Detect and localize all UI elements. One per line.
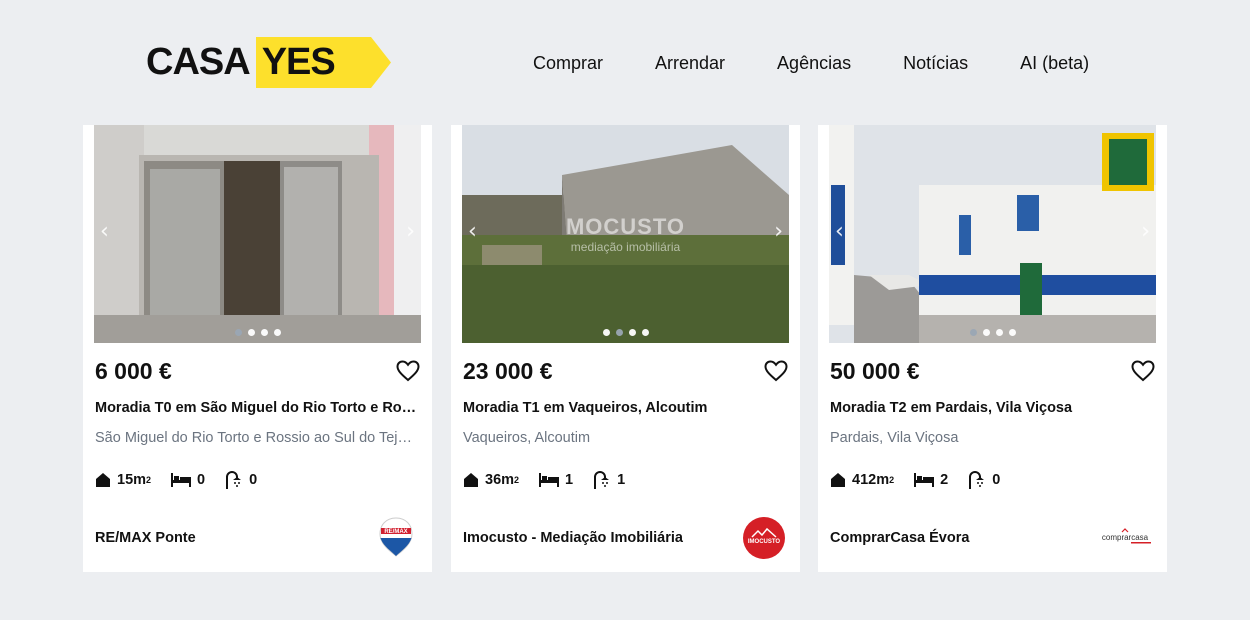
area-feature: 36m 2 — [463, 472, 519, 488]
photo-dot[interactable] — [615, 329, 623, 336]
area-unit-sup: 2 — [889, 475, 895, 485]
imocusto-logo-text: IMOCUSTO — [748, 539, 781, 545]
bathrooms-value: 0 — [249, 472, 258, 488]
imocusto-logo[interactable]: IMOCUSTO — [742, 516, 786, 560]
nav-noticias[interactable]: Notícias — [903, 50, 968, 76]
shower-icon — [594, 471, 610, 489]
listing-location: Vaqueiros, Alcoutim — [463, 430, 591, 446]
watermark-text: MOCUSTO — [565, 214, 686, 239]
comprarcasa-logo-text: comprarcasa — [1102, 533, 1149, 542]
photo-dot[interactable] — [628, 329, 636, 336]
favorite-heart-icon[interactable] — [1131, 360, 1155, 387]
photo-dot[interactable] — [995, 329, 1003, 336]
house-icon — [464, 473, 478, 487]
agency-name[interactable]: ComprarCasa Évora — [830, 530, 969, 546]
prev-photo-arrow[interactable]: ‹ — [468, 221, 477, 243]
photo-dot[interactable] — [641, 329, 649, 336]
area-value: 412m — [852, 472, 890, 488]
photo-dot[interactable] — [1008, 329, 1016, 336]
remax-logo-text: RE/MAX — [384, 529, 407, 535]
bedrooms-feature: 2 — [914, 472, 948, 488]
bed-icon — [539, 473, 560, 487]
next-photo-arrow[interactable]: › — [406, 221, 415, 243]
listing-photo[interactable]: MOCUSTO mediação imobiliária ‹ › — [462, 125, 789, 343]
bathrooms-feature: 1 — [593, 471, 625, 489]
favorite-heart-icon[interactable] — [396, 360, 420, 387]
listing-card[interactable]: MOCUSTO mediação imobiliária ‹ › 23 000 … — [451, 125, 800, 572]
next-photo-arrow[interactable]: › — [774, 221, 783, 243]
bathrooms-value: 0 — [992, 472, 1001, 488]
prev-photo-arrow[interactable]: ‹ — [100, 221, 109, 243]
main-nav: Comprar Arrendar Agências Notícias AI (b… — [533, 50, 1089, 76]
area-value: 36m — [485, 472, 515, 488]
nav-agencias[interactable]: Agências — [777, 50, 851, 76]
listing-features: 15m 2 0 0 — [95, 471, 277, 489]
listing-price: 6 000 € — [95, 358, 172, 384]
logo-yes-badge: YES — [255, 37, 391, 88]
photo-dot[interactable] — [234, 329, 242, 336]
casayes-logo[interactable]: CASA YES — [146, 37, 391, 88]
area-feature: 412m 2 — [830, 472, 894, 488]
house-icon — [96, 473, 110, 487]
listing-title[interactable]: Moradia T1 em Vaqueiros, Alcoutim — [463, 400, 788, 416]
listing-location: São Miguel do Rio Torto e Rossio ao Sul … — [95, 430, 420, 446]
house-icon — [831, 473, 845, 487]
bedrooms-value: 2 — [940, 472, 949, 488]
listing-location: Pardais, Vila Viçosa — [830, 430, 959, 446]
photo-dots — [94, 329, 421, 336]
bedrooms-value: 1 — [565, 472, 574, 488]
logo-yes-text: YES — [261, 41, 336, 83]
logo-casa-text: CASA — [146, 41, 251, 83]
bed-icon — [171, 473, 192, 487]
agency-name[interactable]: Imocusto - Mediação Imobiliária — [463, 530, 683, 546]
bedrooms-feature: 0 — [171, 472, 205, 488]
site-header: CASA YES Comprar Arrendar Agências Notíc… — [0, 0, 1250, 125]
agency-name[interactable]: RE/MAX Ponte — [95, 530, 196, 546]
prev-photo-arrow[interactable]: ‹ — [835, 221, 844, 243]
photo-dot[interactable] — [982, 329, 990, 336]
photo-watermark: MOCUSTO mediação imobiliária — [462, 125, 789, 343]
bedrooms-value: 0 — [197, 472, 206, 488]
bed-icon — [914, 473, 935, 487]
listing-card[interactable]: ‹ › 6 000 € Moradia T0 em São Miguel do … — [83, 125, 432, 572]
area-feature: 15m 2 — [95, 472, 151, 488]
nav-ai-beta[interactable]: AI (beta) — [1020, 50, 1089, 76]
favorite-heart-icon[interactable] — [764, 360, 788, 387]
listing-title[interactable]: Moradia T2 em Pardais, Vila Viçosa — [830, 400, 1155, 416]
watermark-subtext: mediação imobiliária — [570, 240, 681, 254]
area-unit-sup: 2 — [514, 475, 520, 485]
photo-dot[interactable] — [602, 329, 610, 336]
next-photo-arrow[interactable]: › — [1141, 221, 1150, 243]
listing-title[interactable]: Moradia T0 em São Miguel do Rio Torto e … — [95, 400, 420, 416]
listing-photo[interactable]: ‹ › — [829, 125, 1156, 343]
bedrooms-feature: 1 — [539, 472, 573, 488]
photo-dot[interactable] — [273, 329, 281, 336]
photo-dots — [829, 329, 1156, 336]
photo-dot[interactable] — [260, 329, 268, 336]
listing-features: 36m 2 1 1 — [463, 471, 645, 489]
listing-price: 50 000 € — [830, 358, 920, 384]
comprarcasa-logo[interactable]: comprarcasa — [1095, 516, 1155, 560]
area-unit-sup: 2 — [146, 475, 152, 485]
nav-arrendar[interactable]: Arrendar — [655, 50, 725, 76]
area-value: 15m — [117, 472, 147, 488]
nav-comprar[interactable]: Comprar — [533, 50, 603, 76]
photo-dot[interactable] — [247, 329, 255, 336]
listing-features: 412m 2 2 0 — [830, 471, 1020, 489]
listing-price: 23 000 € — [463, 358, 553, 384]
photo-dot[interactable] — [969, 329, 977, 336]
photo-dots — [462, 329, 789, 336]
remax-balloon-logo[interactable]: RE/MAX — [374, 516, 418, 560]
bathrooms-value: 1 — [617, 472, 626, 488]
bathrooms-feature: 0 — [225, 471, 257, 489]
bathrooms-feature: 0 — [968, 471, 1000, 489]
listing-card[interactable]: ‹ › 50 000 € Moradia T2 em Pardais, Vila… — [818, 125, 1167, 572]
listing-photo[interactable]: ‹ › — [94, 125, 421, 343]
shower-icon — [226, 471, 242, 489]
shower-icon — [969, 471, 985, 489]
